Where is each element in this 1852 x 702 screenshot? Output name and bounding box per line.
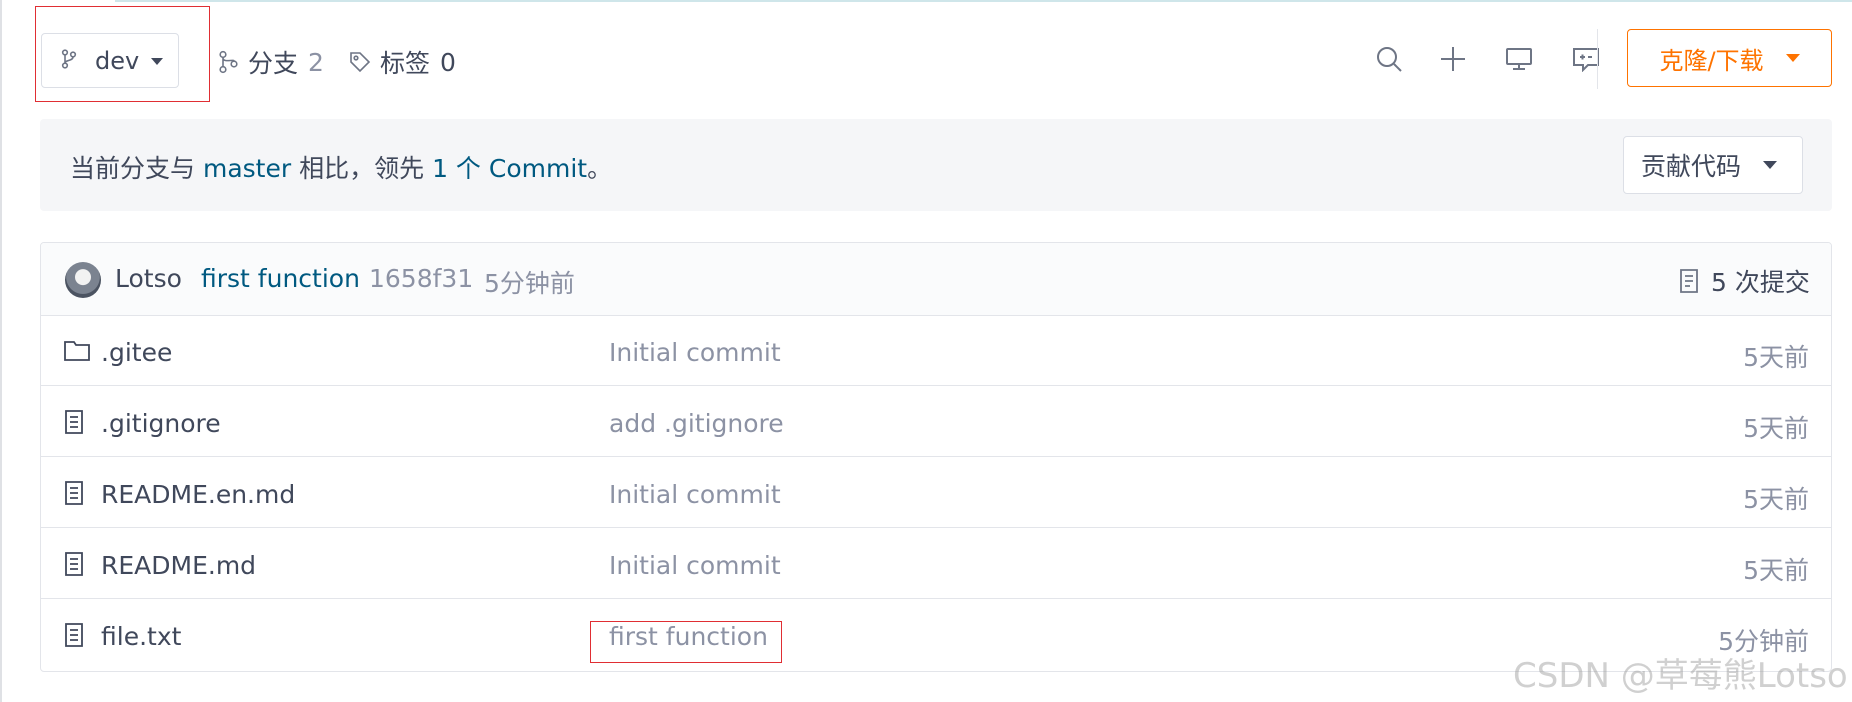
commit-author[interactable]: Lotso bbox=[115, 264, 182, 293]
file-updated-time: 5天前 bbox=[1743, 485, 1809, 514]
file-commit-message[interactable]: first function bbox=[609, 622, 768, 651]
branch-select[interactable]: dev bbox=[41, 33, 179, 88]
commit-log-icon bbox=[1679, 268, 1699, 294]
folder-icon bbox=[64, 339, 90, 361]
tag-icon bbox=[348, 50, 372, 74]
toolbar-divider bbox=[1597, 29, 1598, 89]
compare-middle: 相比，领先 bbox=[299, 154, 425, 183]
file-name-link[interactable]: README.en.md bbox=[101, 480, 295, 509]
file-row[interactable]: .gitee Initial commit 5天前 bbox=[41, 315, 1831, 386]
branch-icon bbox=[218, 50, 240, 74]
branches-label: 分支 bbox=[248, 49, 299, 78]
chevron-down-icon bbox=[1763, 161, 1778, 169]
file-icon bbox=[64, 481, 84, 505]
tags-link[interactable]: 标签 0 bbox=[348, 44, 456, 80]
monitor-icon[interactable] bbox=[1504, 44, 1534, 74]
branches-link[interactable]: 分支 2 bbox=[218, 44, 324, 80]
file-commit-message[interactable]: Initial commit bbox=[609, 480, 781, 509]
latest-commit-bar: Lotso first function 1658f31 5分钟前 5 次提交 bbox=[41, 243, 1831, 316]
compare-prefix: 当前分支与 bbox=[70, 154, 196, 183]
tags-label: 标签 bbox=[380, 49, 431, 78]
file-name-link[interactable]: .gitee bbox=[101, 338, 172, 367]
page-top-border bbox=[115, 0, 1852, 2]
avatar[interactable] bbox=[65, 262, 101, 298]
chevron-down-icon bbox=[151, 58, 164, 65]
branch-icon bbox=[61, 48, 77, 73]
file-commit-message[interactable]: Initial commit bbox=[609, 551, 781, 580]
commit-sha[interactable]: 1658f31 bbox=[369, 264, 473, 293]
page-left-border bbox=[0, 0, 2, 702]
compare-text: 当前分支与 master 相比，领先 1 个 Commit。 bbox=[70, 149, 612, 185]
file-commit-message[interactable]: Initial commit bbox=[609, 338, 781, 367]
contribute-label: 贡献代码 bbox=[1641, 152, 1742, 181]
chevron-down-icon bbox=[1785, 54, 1800, 62]
compare-banner: 当前分支与 master 相比，领先 1 个 Commit。 贡献代码 bbox=[40, 119, 1832, 211]
branches-count: 2 bbox=[308, 47, 324, 77]
watermark: CSDN @草莓熊Lotso bbox=[1513, 656, 1848, 696]
file-icon bbox=[64, 552, 84, 576]
commit-count-label: 5 次提交 bbox=[1711, 268, 1810, 297]
commit-count-link[interactable]: 5 次提交 bbox=[1679, 263, 1810, 299]
file-tree: Lotso first function 1658f31 5分钟前 5 次提交 … bbox=[40, 242, 1832, 672]
file-name-link[interactable]: file.txt bbox=[101, 622, 181, 651]
file-icon bbox=[64, 623, 84, 647]
commit-message-link[interactable]: first function bbox=[201, 264, 360, 293]
file-row[interactable]: README.en.md Initial commit 5天前 bbox=[41, 457, 1831, 528]
file-updated-time: 5天前 bbox=[1743, 556, 1809, 585]
plus-icon[interactable] bbox=[1438, 44, 1468, 74]
clone-download-label: 克隆/下载 bbox=[1659, 46, 1764, 75]
branch-select-label: dev bbox=[95, 46, 140, 75]
compare-ahead-commits-link[interactable]: 1 个 Commit bbox=[432, 154, 587, 183]
contribute-button[interactable]: 贡献代码 bbox=[1623, 136, 1803, 194]
file-icon bbox=[64, 410, 84, 434]
compare-base-branch-link[interactable]: master bbox=[203, 154, 291, 183]
commit-time: 5分钟前 bbox=[484, 269, 575, 298]
file-name-link[interactable]: README.md bbox=[101, 551, 256, 580]
file-row[interactable]: README.md Initial commit 5天前 bbox=[41, 528, 1831, 599]
file-row[interactable]: .gitignore add .gitignore 5天前 bbox=[41, 386, 1831, 457]
file-name-link[interactable]: .gitignore bbox=[101, 409, 221, 438]
file-commit-message[interactable]: add .gitignore bbox=[609, 409, 784, 438]
compare-suffix: 。 bbox=[587, 154, 613, 183]
clone-download-button[interactable]: 克隆/下载 bbox=[1627, 29, 1832, 87]
search-icon[interactable] bbox=[1374, 44, 1404, 74]
file-updated-time: 5天前 bbox=[1743, 343, 1809, 372]
file-updated-time: 5天前 bbox=[1743, 414, 1809, 443]
tags-count: 0 bbox=[440, 47, 456, 77]
